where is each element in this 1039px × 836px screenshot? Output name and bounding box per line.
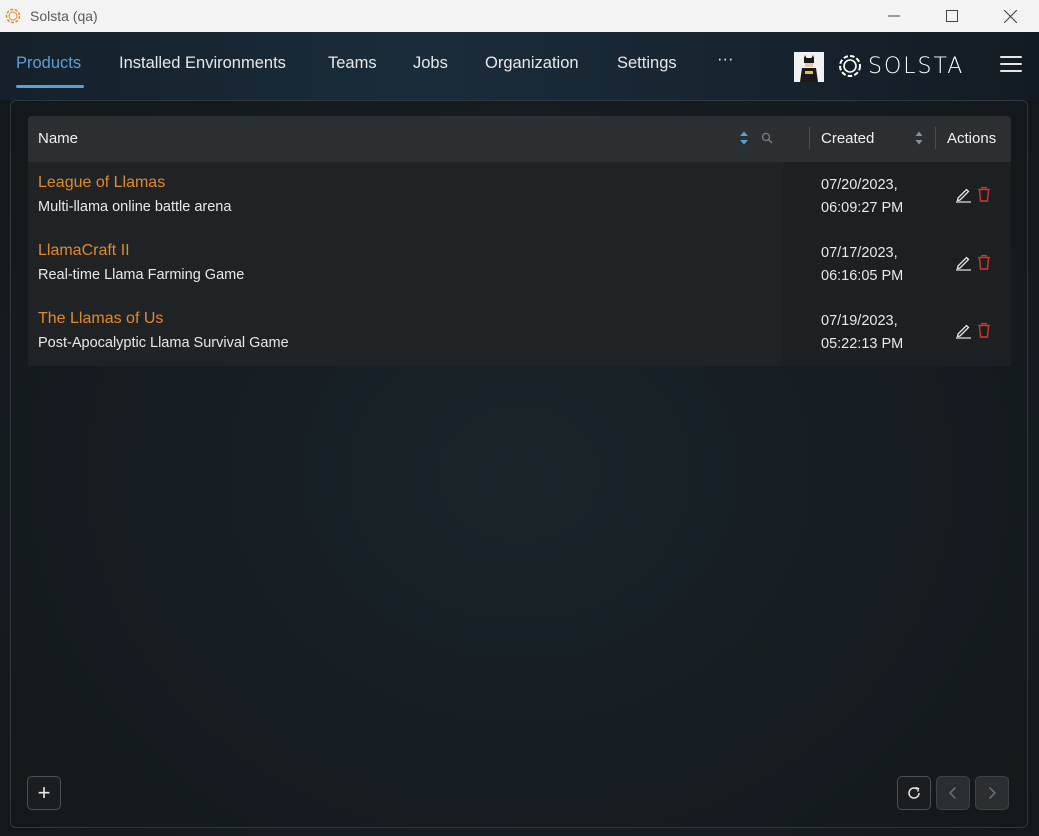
tab-organization[interactable]: Organization: [485, 54, 579, 73]
product-name-link[interactable]: League of Llamas: [38, 174, 165, 192]
pencil-icon: [955, 256, 971, 271]
refresh-icon: [908, 786, 920, 799]
active-tab-indicator: [16, 85, 84, 88]
product-name-link[interactable]: The Llamas of Us: [38, 310, 163, 328]
column-header-actions: Actions: [947, 130, 997, 147]
close-icon: [1003, 9, 1017, 23]
created-date: 07/20/2023,: [821, 177, 898, 193]
pencil-icon: [955, 188, 971, 203]
trash-icon: [978, 186, 990, 202]
created-cell: 07/20/2023, 06:09:27 PM: [783, 162, 1011, 230]
menu-icon-bar: [1000, 56, 1022, 58]
plus-icon: +: [37, 780, 51, 805]
created-date: 07/19/2023,: [821, 313, 898, 329]
pencil-icon: [955, 324, 971, 339]
app-root: Products Installed Environments Teams Jo…: [0, 32, 1039, 836]
top-nav: Products Installed Environments Teams Jo…: [0, 32, 1039, 100]
name-cell: The Llamas of Us Post-Apocalyptic Llama …: [28, 298, 783, 366]
tab-jobs[interactable]: Jobs: [413, 54, 448, 73]
created-cell: 07/17/2023, 06:16:05 PM: [783, 230, 1011, 298]
tab-products[interactable]: Products: [16, 54, 81, 73]
delete-button[interactable]: [974, 184, 994, 204]
name-cell: LlamaCraft II Real-time Llama Farming Ga…: [28, 230, 783, 298]
created-time: 05:22:13 PM: [821, 336, 904, 352]
product-description: Multi-llama online battle arena: [38, 199, 232, 215]
edit-button[interactable]: [953, 320, 973, 340]
trash-icon: [978, 322, 990, 338]
product-name-link[interactable]: LlamaCraft II: [38, 242, 130, 260]
chevron-right-icon: [988, 786, 997, 800]
hamburger-menu-button[interactable]: [1000, 56, 1022, 76]
column-divider: [935, 127, 936, 149]
search-icon[interactable]: [761, 132, 773, 144]
created-cell: 07/19/2023, 05:22:13 PM: [783, 298, 1011, 366]
table-row[interactable]: The Llamas of Us Post-Apocalyptic Llama …: [28, 298, 1011, 366]
previous-page-button[interactable]: [936, 776, 970, 810]
sort-icon[interactable]: [738, 130, 750, 146]
products-panel: Name Created Actions League of Llamas Mu…: [10, 100, 1028, 828]
trash-icon: [978, 254, 990, 270]
tab-settings[interactable]: Settings: [617, 54, 677, 73]
brand-name: SOLSTA: [868, 53, 965, 79]
products-table: Name Created Actions League of Llamas Mu…: [28, 116, 1011, 366]
avatar[interactable]: [794, 52, 824, 82]
minimize-icon: [888, 15, 900, 17]
product-description: Real-time Llama Farming Game: [38, 267, 245, 283]
created-timestamp: 07/17/2023, 06:16:05 PM: [821, 242, 903, 288]
minimize-button[interactable]: [865, 0, 923, 32]
column-header-created[interactable]: Created: [821, 130, 874, 147]
tab-installed-environments[interactable]: Installed Environments: [119, 54, 286, 73]
edit-button[interactable]: [953, 252, 973, 272]
more-tabs-button[interactable]: ···: [717, 50, 733, 69]
delete-button[interactable]: [974, 252, 994, 272]
solsta-app-icon: [2, 5, 24, 27]
title-bar: Solsta (qa): [0, 0, 1039, 32]
created-time: 06:09:27 PM: [821, 200, 904, 216]
created-timestamp: 07/20/2023, 06:09:27 PM: [821, 174, 903, 220]
maximize-icon: [946, 10, 958, 22]
created-timestamp: 07/19/2023, 05:22:13 PM: [821, 310, 903, 356]
next-page-button[interactable]: [975, 776, 1009, 810]
window-title: Solsta (qa): [30, 8, 98, 24]
created-time: 06:16:05 PM: [821, 268, 904, 284]
add-product-button[interactable]: +: [27, 776, 61, 810]
table-row[interactable]: League of Llamas Multi-llama online batt…: [28, 162, 1011, 230]
sort-icon[interactable]: [914, 130, 924, 146]
created-date: 07/17/2023,: [821, 245, 898, 261]
table-header: Name Created Actions: [28, 116, 1011, 162]
table-row[interactable]: LlamaCraft II Real-time Llama Farming Ga…: [28, 230, 1011, 298]
solsta-logo-icon: [839, 55, 861, 77]
menu-icon-bar: [1000, 70, 1022, 72]
close-button[interactable]: [981, 0, 1039, 32]
user-avatar-icon: [794, 52, 824, 82]
name-cell: League of Llamas Multi-llama online batt…: [28, 162, 783, 230]
menu-icon-bar: [1000, 63, 1022, 65]
column-divider: [809, 127, 810, 149]
tab-teams[interactable]: Teams: [328, 54, 377, 73]
product-description: Post-Apocalyptic Llama Survival Game: [38, 335, 289, 351]
maximize-button[interactable]: [923, 0, 981, 32]
delete-button[interactable]: [974, 320, 994, 340]
chevron-left-icon: [948, 786, 957, 800]
solsta-logo: SOLSTA: [836, 51, 964, 81]
edit-button[interactable]: [953, 184, 973, 204]
column-header-name[interactable]: Name: [38, 130, 78, 147]
refresh-button[interactable]: [897, 776, 931, 810]
